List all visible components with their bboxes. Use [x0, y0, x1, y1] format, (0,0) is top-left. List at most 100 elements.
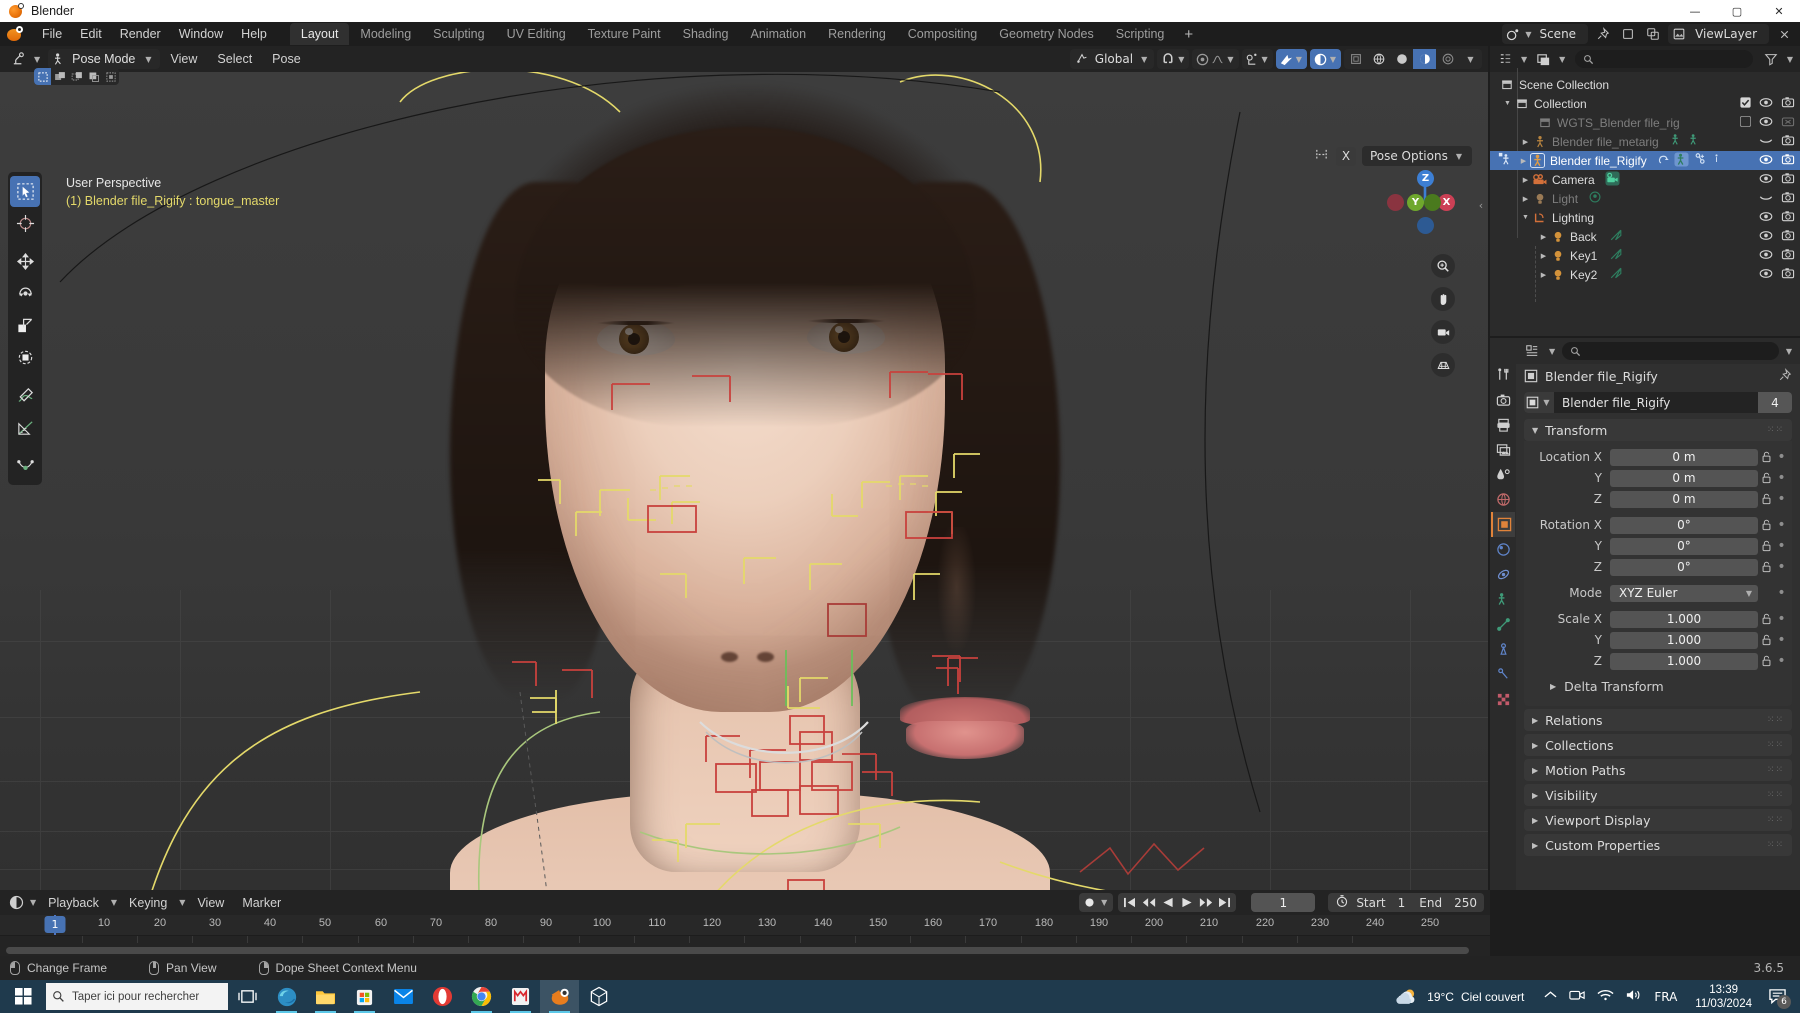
properties-tab-object-data[interactable] [1491, 612, 1515, 637]
viewport-menu-pose[interactable]: Pose [263, 50, 310, 68]
properties-search-input[interactable] [1562, 342, 1779, 360]
delta-transform-header[interactable]: ▶ Delta Transform [1550, 675, 1784, 697]
shading-rendered-alt-button[interactable] [1436, 49, 1459, 69]
notification-center-button[interactable]: 6 [1760, 980, 1794, 1013]
gizmo-axis-y[interactable]: Y [1407, 194, 1424, 211]
lock-icon[interactable] [1758, 613, 1775, 625]
use-preview-range-icon[interactable] [1328, 894, 1349, 912]
remove-viewlayer-icon[interactable] [1774, 24, 1794, 44]
rotation-mode-dropdown[interactable]: XYZ Euler ▼ [1610, 584, 1758, 602]
disable-in-renders-icon[interactable] [1781, 248, 1795, 263]
object-name-field[interactable]: Blender file_Rigify [1554, 396, 1758, 410]
toggle-perspective-icon[interactable] [1431, 353, 1455, 377]
properties-tab-object-constraints[interactable] [1491, 587, 1515, 612]
light-data-icon[interactable] [1609, 247, 1623, 264]
collections-panel[interactable]: ▶ Collections ⁙⁙ [1524, 734, 1792, 756]
blender-logo-icon[interactable] [6, 25, 23, 43]
select-invert-button[interactable] [85, 68, 102, 85]
outliner-search-input[interactable] [1575, 50, 1753, 68]
outliner-row-camera[interactable]: ▶ Camera [1490, 170, 1800, 189]
select-extend-button[interactable] [51, 68, 68, 85]
language-indicator[interactable]: FRA [1654, 990, 1677, 1004]
file-explorer-icon[interactable] [306, 980, 345, 1013]
3d-viewer-icon[interactable] [579, 980, 618, 1013]
disable-in-renders-icon[interactable] [1781, 153, 1795, 168]
lock-icon[interactable] [1758, 540, 1775, 552]
scale-tool[interactable] [10, 310, 40, 341]
rotation-z-field[interactable]: 0° [1610, 558, 1758, 576]
pose-options-dropdown[interactable]: Pose Options ▼ [1361, 146, 1472, 166]
hide-in-viewport-icon[interactable] [1759, 154, 1773, 168]
workspace-tab-modeling[interactable]: Modeling [349, 23, 422, 45]
timeline-menu-marker[interactable]: Marker [234, 894, 289, 912]
pan-view-icon[interactable] [1431, 287, 1455, 311]
camera-view-icon[interactable] [1431, 320, 1455, 344]
taskbar-search-input[interactable]: Taper ici pour rechercher [46, 983, 228, 1010]
timeline-horizontal-scrollbar[interactable] [6, 947, 1484, 954]
outliner-row-lighting[interactable]: ▼ Lighting [1490, 208, 1800, 227]
transform-orientation-selector[interactable]: Global ▼ [1069, 49, 1155, 69]
viewport-sidebar-toggle[interactable]: ‹ [1474, 190, 1488, 220]
close-button[interactable]: ✕ [1758, 0, 1800, 22]
pose-mirror-icon[interactable] [1313, 147, 1330, 166]
disable-in-renders-icon[interactable] [1781, 210, 1795, 225]
outliner-row-key1[interactable]: ▶ Key1 [1490, 246, 1800, 265]
shading-rendered-button[interactable] [1413, 49, 1436, 69]
timeline-track-area[interactable] [0, 935, 1490, 956]
minimize-button[interactable]: — [1674, 0, 1716, 22]
scale-y-field[interactable]: 1.000 [1610, 631, 1758, 649]
disclosure-triangle-icon[interactable]: ▼ [1502, 94, 1513, 113]
disclosure-triangle-icon[interactable]: ▼ [1520, 208, 1531, 227]
animate-property-icon[interactable]: • [1775, 632, 1788, 648]
object-users-count[interactable]: 4 [1758, 392, 1792, 413]
outliner-row-light[interactable]: ▶ Light [1490, 189, 1800, 208]
outliner-display-mode-icon[interactable] [1533, 49, 1553, 69]
delta-transform-subpanel[interactable]: ▶ Delta Transform [1550, 675, 1784, 697]
motion-paths-panel[interactable]: ▶ Motion Paths ⁙⁙ [1524, 759, 1792, 781]
properties-tab-view-layer[interactable] [1491, 437, 1515, 462]
hide-in-viewport-icon[interactable] [1759, 116, 1773, 130]
shading-material-preview-button[interactable] [1390, 49, 1413, 69]
disclosure-triangle-icon[interactable]: ▶ [1538, 265, 1549, 284]
outliner-row-blender-file-rigify[interactable]: ▶ Blender file_Rigify [1490, 151, 1800, 170]
workspace-tab-scripting[interactable]: Scripting [1105, 23, 1176, 45]
timeline-menu-keying[interactable]: Keying [121, 894, 175, 912]
hide-in-viewport-icon[interactable] [1759, 173, 1773, 187]
cursor-tool[interactable] [10, 208, 40, 239]
workspace-tab-shading[interactable]: Shading [672, 23, 740, 45]
properties-tab-modifiers[interactable] [1491, 537, 1515, 562]
shading-solid-button[interactable] [1367, 49, 1390, 69]
edge-icon[interactable] [267, 980, 306, 1013]
animate-property-icon[interactable]: • [1775, 517, 1788, 533]
disable-in-renders-icon[interactable] [1781, 134, 1795, 149]
light-data-icon[interactable] [1609, 266, 1623, 283]
menu-window[interactable]: Window [170, 25, 232, 43]
hide-in-viewport-icon[interactable] [1759, 97, 1773, 111]
disclosure-triangle-icon[interactable]: ▶ [1520, 132, 1531, 151]
jump-to-next-keyframe-button[interactable] [1196, 893, 1215, 912]
light-data-icon[interactable] [1609, 228, 1623, 245]
proportional-edit-toggle[interactable]: ▼ [1192, 49, 1239, 69]
animate-property-icon[interactable]: • [1775, 538, 1788, 554]
menu-render[interactable]: Render [111, 25, 170, 43]
rotation-y-field[interactable]: 0° [1610, 537, 1758, 555]
select-set-button[interactable] [34, 68, 51, 85]
editor-type-icon[interactable] [8, 49, 30, 69]
workspace-tab-rendering[interactable]: Rendering [817, 23, 897, 45]
disable-in-renders-icon[interactable] [1781, 191, 1795, 206]
lock-icon[interactable] [1758, 472, 1775, 484]
meet-now-icon[interactable] [1569, 988, 1586, 1006]
workspace-tab-uv-editing[interactable]: UV Editing [496, 23, 577, 45]
timeline-menu-playback[interactable]: Playback [40, 894, 107, 912]
chrome-icon[interactable] [462, 980, 501, 1013]
breakdowner-tool[interactable] [10, 450, 40, 481]
clock-widget[interactable]: 13:39 11/03/2024 [1687, 983, 1760, 1011]
gizmo-axis-neg-x[interactable] [1387, 194, 1404, 211]
menu-help[interactable]: Help [232, 25, 276, 43]
menu-edit[interactable]: Edit [71, 25, 111, 43]
end-frame-field[interactable]: End 250 [1412, 893, 1484, 912]
animate-property-icon[interactable]: • [1775, 611, 1788, 627]
disable-in-renders-icon[interactable] [1781, 115, 1795, 130]
properties-tab-object[interactable] [1491, 512, 1515, 537]
pin-id-icon[interactable] [1778, 367, 1792, 385]
